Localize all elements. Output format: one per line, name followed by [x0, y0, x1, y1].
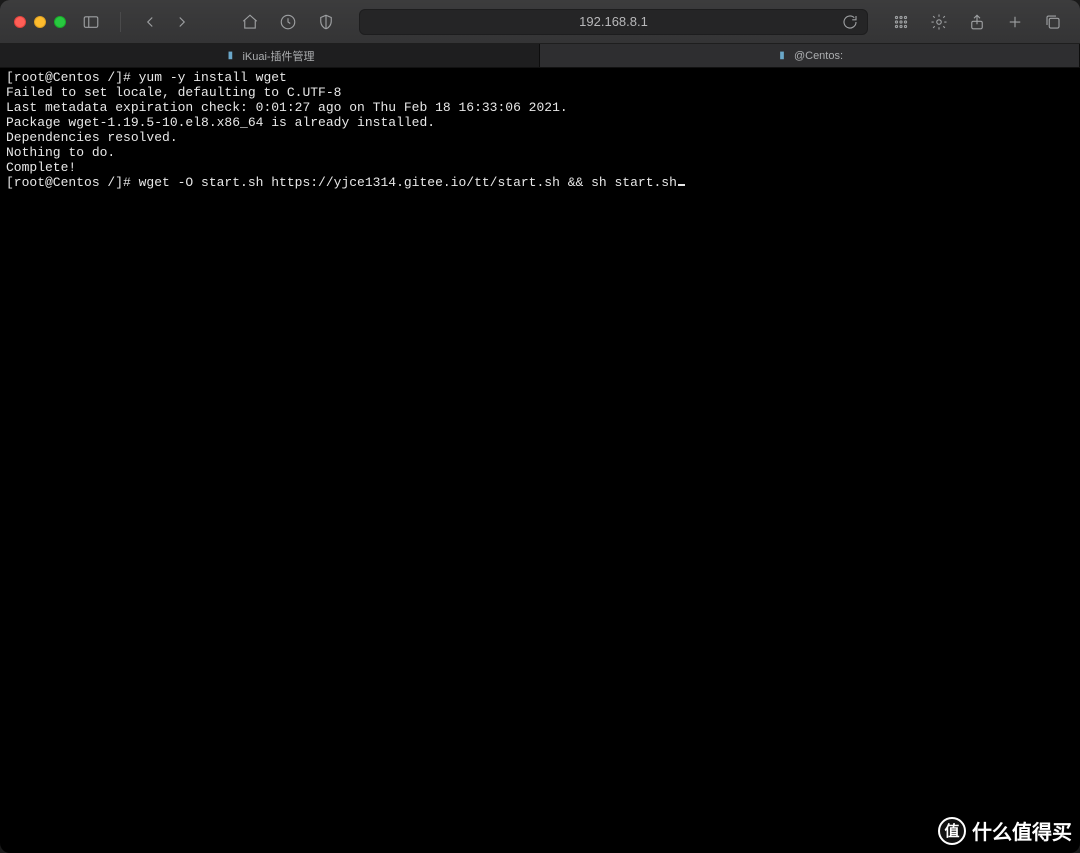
terminal-line: Failed to set locale, defaulting to C.UT… [6, 85, 341, 100]
gear-icon [930, 13, 948, 31]
terminal-line: Package wget-1.19.5-10.el8.x86_64 is alr… [6, 115, 435, 130]
close-window-button[interactable] [14, 16, 26, 28]
minimize-window-button[interactable] [34, 16, 46, 28]
tab-label: @Centos: [794, 50, 843, 62]
address-bar[interactable]: 192.168.8.1 [359, 9, 868, 35]
tab-strip: ▮ iKuai-插件管理 ▮ @Centos: [0, 44, 1080, 68]
favicon-icon: ▮ [776, 50, 788, 62]
back-button[interactable] [137, 11, 163, 33]
chevron-left-icon [141, 13, 159, 31]
plus-icon [1006, 13, 1024, 31]
toolbar-separator [120, 12, 121, 32]
toolbar: 192.168.8.1 [0, 0, 1080, 44]
settings-button[interactable] [926, 11, 952, 33]
start-page-button[interactable] [888, 11, 914, 33]
window-controls [14, 16, 66, 28]
terminal-line: Last metadata expiration check: 0:01:27 … [6, 100, 568, 115]
history-button[interactable] [275, 11, 301, 33]
tab-ikuai[interactable]: ▮ iKuai-插件管理 [0, 44, 540, 67]
nav-group [137, 11, 195, 33]
shield-icon [317, 13, 335, 31]
tabs-icon [1044, 13, 1062, 31]
toolbar-right [888, 11, 1066, 33]
share-button[interactable] [964, 11, 990, 33]
terminal-line: [root@Centos /]# wget -O start.sh https:… [6, 175, 677, 190]
sidebar-icon [82, 13, 100, 31]
reload-icon[interactable] [841, 13, 859, 31]
privacy-report-button[interactable] [313, 11, 339, 33]
tab-overview-button[interactable] [1040, 11, 1066, 33]
terminal-line: [root@Centos /]# yum -y install wget [6, 70, 287, 85]
terminal-line: Complete! [6, 160, 76, 175]
favicon-icon: ▮ [224, 50, 236, 62]
browser-window: 192.168.8.1 [0, 0, 1080, 853]
home-icon [241, 13, 259, 31]
grid-icon [892, 13, 910, 31]
terminal-line: Nothing to do. [6, 145, 115, 160]
fullscreen-window-button[interactable] [54, 16, 66, 28]
home-button[interactable] [237, 11, 263, 33]
terminal-line: Dependencies resolved. [6, 130, 178, 145]
tab-label: iKuai-插件管理 [242, 48, 314, 64]
address-text: 192.168.8.1 [579, 14, 648, 29]
terminal-cursor [678, 184, 685, 186]
new-tab-button[interactable] [1002, 11, 1028, 33]
chevron-right-icon [173, 13, 191, 31]
sidebar-toggle-button[interactable] [78, 11, 104, 33]
terminal-output[interactable]: [root@Centos /]# yum -y install wget Fai… [0, 68, 1080, 853]
clock-icon [279, 13, 297, 31]
share-icon [968, 13, 986, 31]
tab-centos[interactable]: ▮ @Centos: [540, 44, 1080, 67]
forward-button[interactable] [169, 11, 195, 33]
